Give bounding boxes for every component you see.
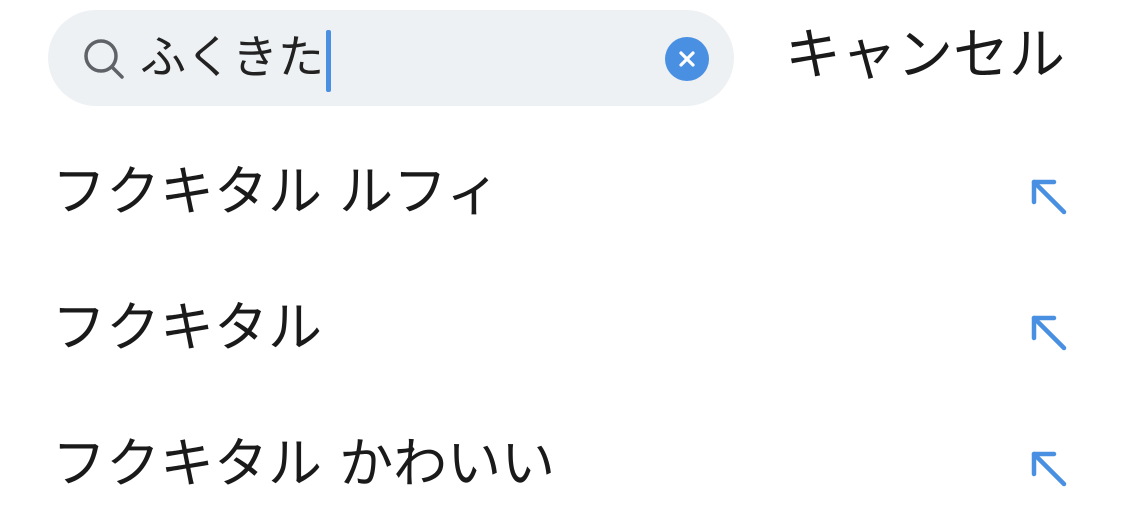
search-input[interactable]: ふくきた bbox=[140, 24, 331, 92]
fill-query-arrow-icon[interactable] bbox=[1026, 446, 1070, 490]
suggestion-item[interactable]: フクキタル bbox=[0, 260, 1125, 396]
suggestion-label: フクキタル かわいい bbox=[52, 432, 556, 495]
cancel-button[interactable]: キャンセル bbox=[785, 18, 1065, 94]
search-bar-row: ふくきた キャンセル bbox=[0, 0, 1125, 112]
fill-query-arrow-icon[interactable] bbox=[1026, 174, 1070, 218]
text-caret bbox=[326, 29, 331, 92]
suggestion-label: フクキタル bbox=[52, 296, 322, 359]
clear-icon bbox=[679, 51, 695, 67]
clear-search-button[interactable] bbox=[665, 37, 709, 81]
suggestion-item[interactable]: フクキタル かわいい bbox=[0, 396, 1125, 532]
search-query-text: ふくきた bbox=[140, 30, 324, 84]
fill-query-arrow-icon[interactable] bbox=[1026, 310, 1070, 354]
suggestion-item[interactable]: フクキタル ルフィ bbox=[0, 124, 1125, 260]
suggestion-list: フクキタル ルフィ フクキタル フクキタル かわいい bbox=[0, 124, 1125, 532]
search-icon bbox=[82, 37, 126, 81]
suggestion-label: フクキタル ルフィ bbox=[52, 160, 501, 223]
